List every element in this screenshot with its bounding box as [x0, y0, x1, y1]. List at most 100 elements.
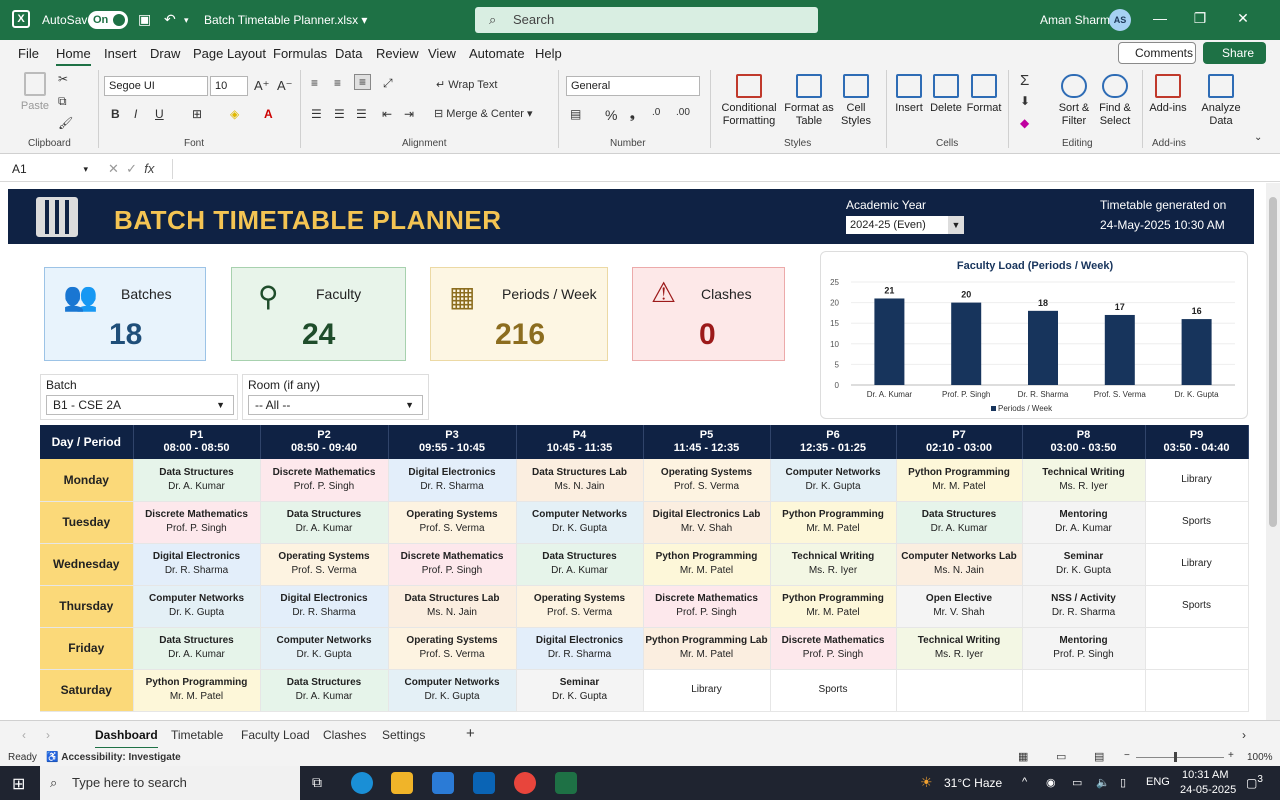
next-sheet-icon[interactable]: › — [46, 728, 50, 742]
underline-icon[interactable]: U — [155, 107, 164, 121]
timetable-cell[interactable]: Computer Networks Dr. K. Gupta — [516, 501, 644, 544]
merge-center-button[interactable]: ⊟ Merge & Center ▾ — [434, 107, 533, 120]
timetable-cell[interactable] — [1145, 669, 1249, 712]
weather-text[interactable]: 31°C Haze — [944, 776, 1002, 790]
timetable-cell[interactable]: Digital Electronics Dr. R. Sharma — [260, 585, 389, 628]
timetable-cell[interactable]: Library — [643, 669, 771, 712]
clock-date[interactable]: 24-05-2025 — [1180, 784, 1236, 796]
timetable-cell[interactable]: Library — [1145, 459, 1249, 502]
task-view-icon[interactable]: ⧉ — [312, 774, 322, 791]
delete-cells-button[interactable]: Delete — [928, 74, 964, 115]
zoom-out-icon[interactable]: − — [1124, 750, 1130, 761]
timetable-cell[interactable]: Operating Systems Prof. S. Verma — [388, 501, 517, 544]
period-header[interactable]: P9 03:50 - 04:40 — [1145, 425, 1249, 459]
bar[interactable] — [874, 298, 905, 385]
timetable-cell[interactable]: Sports — [1145, 585, 1249, 628]
align-bottom-icon[interactable]: ≡ — [354, 74, 372, 90]
accounting-icon[interactable]: ▤ — [570, 107, 581, 121]
timetable-cell[interactable]: Digital Electronics Dr. R. Sharma — [516, 627, 644, 670]
decrease-indent-icon[interactable]: ⇤ — [382, 107, 392, 121]
cell-styles-button[interactable]: Cell Styles — [836, 74, 876, 128]
timetable-cell[interactable]: Python Programming Mr. M. Patel — [133, 669, 261, 712]
timetable-cell[interactable]: Discrete Mathematics Prof. P. Singh — [643, 585, 771, 628]
increase-decimal-icon[interactable]: .0 — [652, 107, 660, 118]
fill-icon[interactable]: ⬇ — [1020, 94, 1030, 108]
timetable-cell[interactable] — [1145, 627, 1249, 670]
close-icon[interactable]: ✕ — [1233, 10, 1253, 27]
document-name[interactable]: Batch Timetable Planner.xlsx ▾ — [204, 13, 367, 27]
chrome-icon[interactable] — [514, 772, 536, 794]
fill-color-icon[interactable]: ◈ — [230, 107, 239, 121]
page-layout-view-icon[interactable]: ▭ — [1056, 750, 1066, 763]
zoom-slider-thumb[interactable] — [1174, 752, 1177, 762]
timetable-cell[interactable]: Digital Electronics Lab Mr. V. Shah — [643, 501, 771, 544]
align-left-icon[interactable]: ☰ — [311, 107, 322, 121]
vertical-scrollbar[interactable] — [1266, 183, 1280, 720]
timetable-cell[interactable]: Data Structures Lab Ms. N. Jain — [388, 585, 517, 628]
timetable-cell[interactable]: Python Programming Lab Mr. M. Patel — [643, 627, 771, 670]
minimize-icon[interactable]: — — [1150, 10, 1170, 26]
comments-button[interactable]: Comments — [1118, 42, 1196, 64]
timetable-cell[interactable]: Operating Systems Prof. S. Verma — [388, 627, 517, 670]
menu-automate[interactable]: Automate — [469, 46, 525, 61]
autosave-toggle[interactable]: On — [88, 11, 128, 29]
increase-indent-icon[interactable]: ⇥ — [404, 107, 414, 121]
timetable-cell[interactable]: Discrete Mathematics Prof. P. Singh — [133, 501, 261, 544]
bar[interactable] — [1104, 314, 1135, 385]
edge-icon[interactable] — [351, 772, 373, 794]
page-break-view-icon[interactable]: ▤ — [1094, 750, 1104, 763]
number-format-select[interactable]: General — [566, 76, 700, 96]
timetable-cell[interactable]: Mentoring Prof. P. Singh — [1022, 627, 1146, 670]
tab-faculty-load[interactable]: Faculty Load — [241, 728, 310, 742]
bar[interactable] — [1181, 319, 1212, 385]
timetable-cell[interactable]: Technical Writing Ms. R. Iyer — [1022, 459, 1146, 502]
timetable-cell[interactable]: Technical Writing Ms. R. Iyer — [770, 543, 897, 586]
share-button[interactable]: Share — [1203, 42, 1266, 64]
percent-icon[interactable]: % — [605, 107, 617, 123]
wrap-text-button[interactable]: ↵ Wrap Text — [436, 78, 497, 91]
bar[interactable] — [1028, 310, 1058, 385]
analyze-data-button[interactable]: Analyze Data — [1198, 74, 1244, 128]
search-box[interactable]: ⌕ Search — [475, 7, 818, 33]
timetable-cell[interactable]: Technical Writing Ms. R. Iyer — [896, 627, 1023, 670]
borders-icon[interactable]: ⊞ — [192, 107, 202, 121]
autosum-icon[interactable]: Σ — [1020, 72, 1029, 89]
outlook-icon[interactable] — [473, 772, 495, 794]
save-icon[interactable]: ▣ — [138, 11, 151, 28]
menu-insert[interactable]: Insert — [104, 46, 137, 61]
scroll-right-icon[interactable]: › — [1242, 728, 1246, 742]
format-cells-button[interactable]: Format — [966, 74, 1002, 115]
menu-draw[interactable]: Draw — [150, 46, 180, 61]
timetable-cell[interactable]: Discrete Mathematics Prof. P. Singh — [260, 459, 389, 502]
menu-review[interactable]: Review — [376, 46, 419, 61]
paste-button[interactable]: Paste — [20, 72, 50, 113]
align-center-icon[interactable]: ☰ — [334, 107, 345, 121]
scrollbar-thumb[interactable] — [1269, 197, 1277, 527]
timetable-cell[interactable]: Computer Networks Dr. K. Gupta — [770, 459, 897, 502]
collapse-ribbon-icon[interactable]: ⌄ — [1254, 132, 1262, 143]
undo-icon[interactable]: ↶ — [164, 11, 176, 28]
timetable-cell[interactable]: Open Elective Mr. V. Shah — [896, 585, 1023, 628]
clock-time[interactable]: 10:31 AM — [1182, 769, 1228, 781]
network-icon[interactable]: ◉ — [1046, 776, 1056, 789]
room-select[interactable]: -- All -- ▼ — [248, 395, 423, 415]
accessibility-status[interactable]: ♿ Accessibility: Investigate — [46, 752, 181, 763]
tab-timetable[interactable]: Timetable — [171, 728, 223, 742]
timetable-cell[interactable]: Computer Networks Lab Ms. N. Jain — [896, 543, 1023, 586]
find-select-button[interactable]: Find & Select — [1096, 74, 1134, 128]
orientation-icon[interactable]: ⤢ — [383, 76, 393, 91]
period-header[interactable]: P2 08:50 - 09:40 — [260, 425, 389, 459]
timetable-cell[interactable]: Digital Electronics Dr. R. Sharma — [388, 459, 517, 502]
clear-icon[interactable]: ◆ — [1020, 116, 1029, 130]
period-header[interactable]: P7 02:10 - 03:00 — [896, 425, 1023, 459]
font-size-select[interactable]: 10 — [210, 76, 248, 96]
period-header[interactable]: P4 10:45 - 11:35 — [516, 425, 644, 459]
timetable-cell[interactable]: NSS / Activity Dr. R. Sharma — [1022, 585, 1146, 628]
align-right-icon[interactable]: ☰ — [356, 107, 367, 121]
timetable-cell[interactable]: Computer Networks Dr. K. Gupta — [133, 585, 261, 628]
language-indicator[interactable]: ENG — [1146, 776, 1170, 788]
period-header[interactable]: P8 03:00 - 03:50 — [1022, 425, 1146, 459]
timetable-cell[interactable]: Data Structures Dr. A. Kumar — [516, 543, 644, 586]
conditional-formatting-button[interactable]: Conditional Formatting — [716, 74, 782, 128]
timetable-cell[interactable]: Computer Networks Dr. K. Gupta — [260, 627, 389, 670]
